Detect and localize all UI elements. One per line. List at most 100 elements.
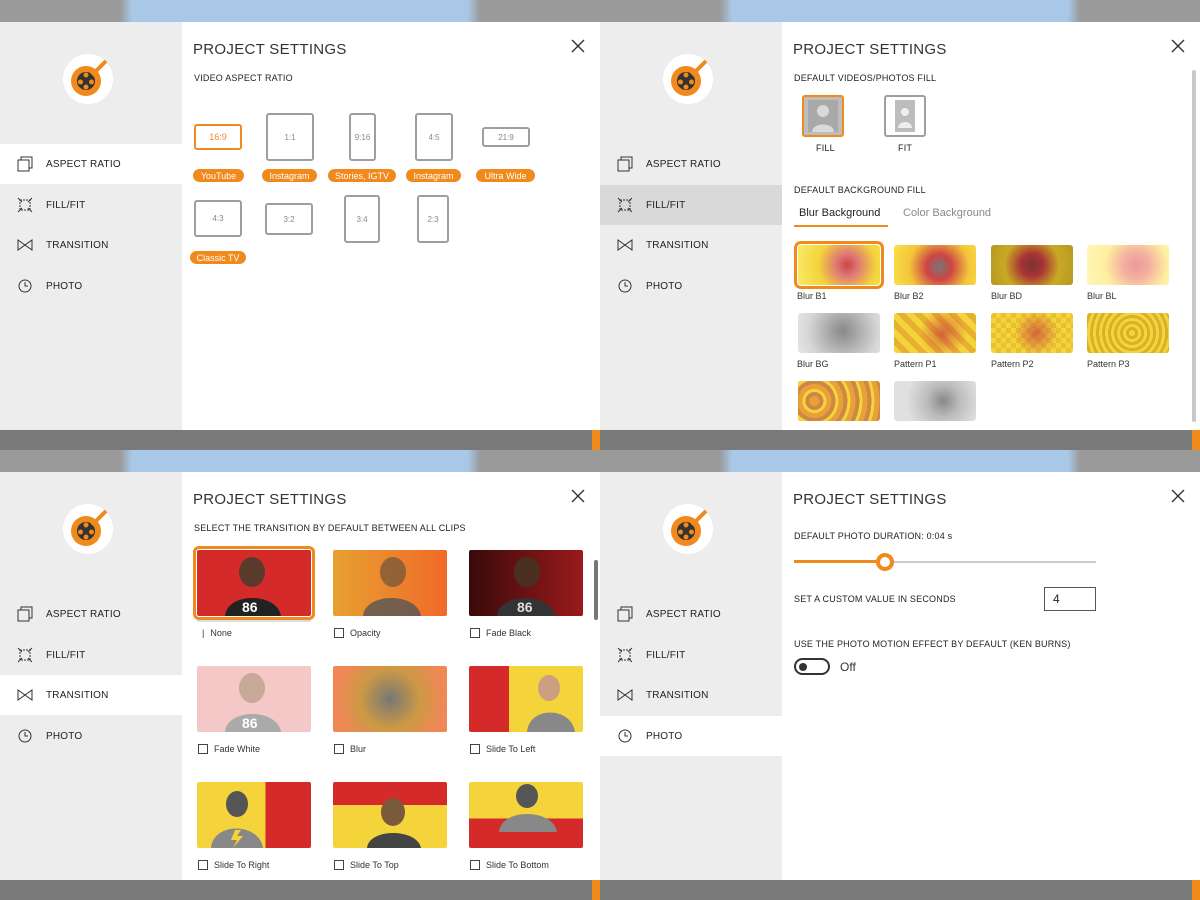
sidebar-item-transition[interactable]: TRANSITION	[0, 225, 182, 265]
ratio-3-2-button[interactable]: 3:2	[265, 203, 313, 235]
slider-thumb[interactable]	[875, 553, 894, 571]
sidebar-item-photo[interactable]: PHOTO	[0, 266, 182, 306]
aspect-ratio-icon	[16, 605, 34, 623]
label-text: Slide To Bottom	[486, 860, 549, 870]
fit-option-label: FIT	[898, 143, 913, 153]
transition-thumbnail[interactable]	[333, 550, 447, 616]
ratio-3-4-button[interactable]: 3:4	[344, 195, 380, 243]
aspect-ratio-icon	[616, 605, 634, 623]
sidebar-item-aspect-ratio[interactable]: ASPECT RATIO	[600, 144, 782, 184]
sidebar-item-label: FILL/FIT	[646, 199, 686, 211]
background-strip-bottom	[600, 880, 1200, 900]
sidebar-item-fill-fit[interactable]: FILL/FIT	[600, 635, 782, 675]
label-text: Opacity	[350, 628, 381, 638]
slide-right-icon	[198, 860, 208, 870]
background-thumbnail[interactable]	[1087, 313, 1169, 353]
tab-color-background[interactable]: Color Background	[903, 207, 991, 219]
sidebar-item-photo[interactable]: PHOTO	[600, 716, 782, 756]
background-thumbnail[interactable]	[794, 241, 884, 289]
fit-option-button[interactable]	[884, 95, 926, 137]
slider-fill	[794, 560, 885, 563]
close-icon[interactable]	[570, 38, 586, 54]
transition-thumbnail[interactable]	[333, 666, 447, 732]
background-strip-bottom	[600, 430, 1200, 450]
background-thumbnail[interactable]	[991, 313, 1073, 353]
thumbnail-label: Pattern P1	[894, 359, 937, 369]
background-strip	[0, 450, 600, 472]
background-thumbnail[interactable]	[894, 313, 976, 353]
ratio-16-9-button[interactable]: 16:9	[194, 124, 242, 150]
close-icon[interactable]	[1170, 488, 1186, 504]
ken-burns-toggle[interactable]	[794, 658, 830, 675]
sidebar-item-aspect-ratio[interactable]: ASPECT RATIO	[600, 594, 782, 634]
slide-bottom-icon	[470, 860, 480, 870]
ratio-1-1-button[interactable]: 1:1	[266, 113, 314, 161]
transition-thumbnail[interactable]	[469, 666, 583, 732]
close-icon[interactable]	[570, 488, 586, 504]
scrollbar[interactable]	[1192, 70, 1196, 422]
ratio-2-3-button[interactable]: 2:3	[417, 195, 449, 243]
sidebar-item-fill-fit[interactable]: FILL/FIT	[0, 185, 182, 225]
background-thumbnail[interactable]	[798, 381, 880, 421]
transition-label: Slide To Right	[198, 860, 269, 870]
background-thumbnail[interactable]	[894, 381, 976, 421]
sidebar-item-photo[interactable]: PHOTO	[600, 266, 782, 306]
main-panel: PROJECT SETTINGS DEFAULT PHOTO DURATION:…	[782, 472, 1200, 880]
person-photo-icon	[367, 798, 421, 848]
fill-option-button[interactable]	[802, 95, 844, 137]
transition-thumbnail[interactable]: 86	[193, 546, 315, 620]
close-icon[interactable]	[1170, 38, 1186, 54]
transition-thumbnail[interactable]	[197, 782, 311, 848]
sidebar: ASPECT RATIO FILL/FIT TRANSITION PHOTO	[600, 472, 782, 880]
sidebar-item-label: ASPECT RATIO	[46, 608, 121, 620]
transition-thumbnail[interactable]: 86	[197, 666, 311, 732]
person-photo-icon: 86	[225, 673, 281, 732]
sidebar-item-aspect-ratio[interactable]: ASPECT RATIO	[0, 144, 182, 184]
transition-thumbnail[interactable]	[469, 782, 583, 848]
sidebar-item-photo[interactable]: PHOTO	[0, 716, 182, 756]
sidebar-item-label: TRANSITION	[46, 239, 109, 251]
settings-dialog: ASPECT RATIO FILL/FIT TRANSITION PHOTO P…	[600, 22, 1200, 430]
sidebar-item-transition[interactable]: TRANSITION	[600, 675, 782, 715]
person-fit-icon	[895, 100, 915, 132]
sidebar-item-transition[interactable]: TRANSITION	[600, 225, 782, 265]
slide-top-icon	[334, 860, 344, 870]
background-thumbnail[interactable]	[1087, 245, 1169, 285]
thumbnail-label: Blur B1	[797, 291, 827, 301]
sidebar-item-label: ASPECT RATIO	[646, 158, 721, 170]
svg-text:86: 86	[517, 599, 533, 615]
aspect-ratio-screen: ASPECT RATIO FILL/FIT TRANSITION PHOTO P…	[0, 0, 600, 450]
ratio-4-3-button[interactable]: 4:3	[194, 200, 242, 237]
thumbnail-label: Blur BD	[991, 291, 1023, 301]
film-reel-logo-icon	[671, 59, 708, 96]
background-thumbnail[interactable]	[991, 245, 1073, 285]
sidebar-item-label: FILL/FIT	[646, 649, 686, 661]
scrollbar[interactable]	[594, 560, 598, 620]
transition-icon	[16, 686, 34, 704]
transition-thumbnail[interactable]: 86	[469, 550, 583, 616]
transition-label: Blur	[334, 744, 366, 754]
sidebar-item-fill-fit[interactable]: FILL/FIT	[0, 635, 182, 675]
ratio-21-9-button[interactable]: 21:9	[482, 127, 530, 147]
section-label: VIDEO ASPECT RATIO	[194, 73, 293, 83]
svg-text:86: 86	[242, 599, 258, 615]
section-label: DEFAULT BACKGROUND FILL	[794, 185, 926, 195]
sidebar-item-aspect-ratio[interactable]: ASPECT RATIO	[0, 594, 182, 634]
sidebar-item-transition[interactable]: TRANSITION	[0, 675, 182, 715]
tab-blur-background[interactable]: Blur Background	[799, 207, 880, 219]
background-thumbnail[interactable]	[894, 245, 976, 285]
duration-slider[interactable]	[794, 553, 1096, 571]
ratio-4-5-button[interactable]: 4:5	[415, 113, 453, 161]
ratio-9-16-button[interactable]: 9:16	[349, 113, 376, 161]
custom-value-label: SET A CUSTOM VALUE IN SECONDS	[794, 594, 956, 604]
page-title: PROJECT SETTINGS	[193, 491, 347, 508]
label-text: Slide To Top	[350, 860, 399, 870]
sidebar-item-fill-fit[interactable]: FILL/FIT	[600, 185, 782, 225]
custom-seconds-input[interactable]: 4	[1044, 587, 1096, 611]
aspect-ratio-icon	[16, 155, 34, 173]
transition-thumbnail[interactable]	[333, 782, 447, 848]
blur-drop-icon	[334, 744, 344, 754]
background-thumbnail[interactable]	[798, 313, 880, 353]
background-strip-bottom	[0, 880, 600, 900]
transition-label: Fade Black	[470, 628, 531, 638]
